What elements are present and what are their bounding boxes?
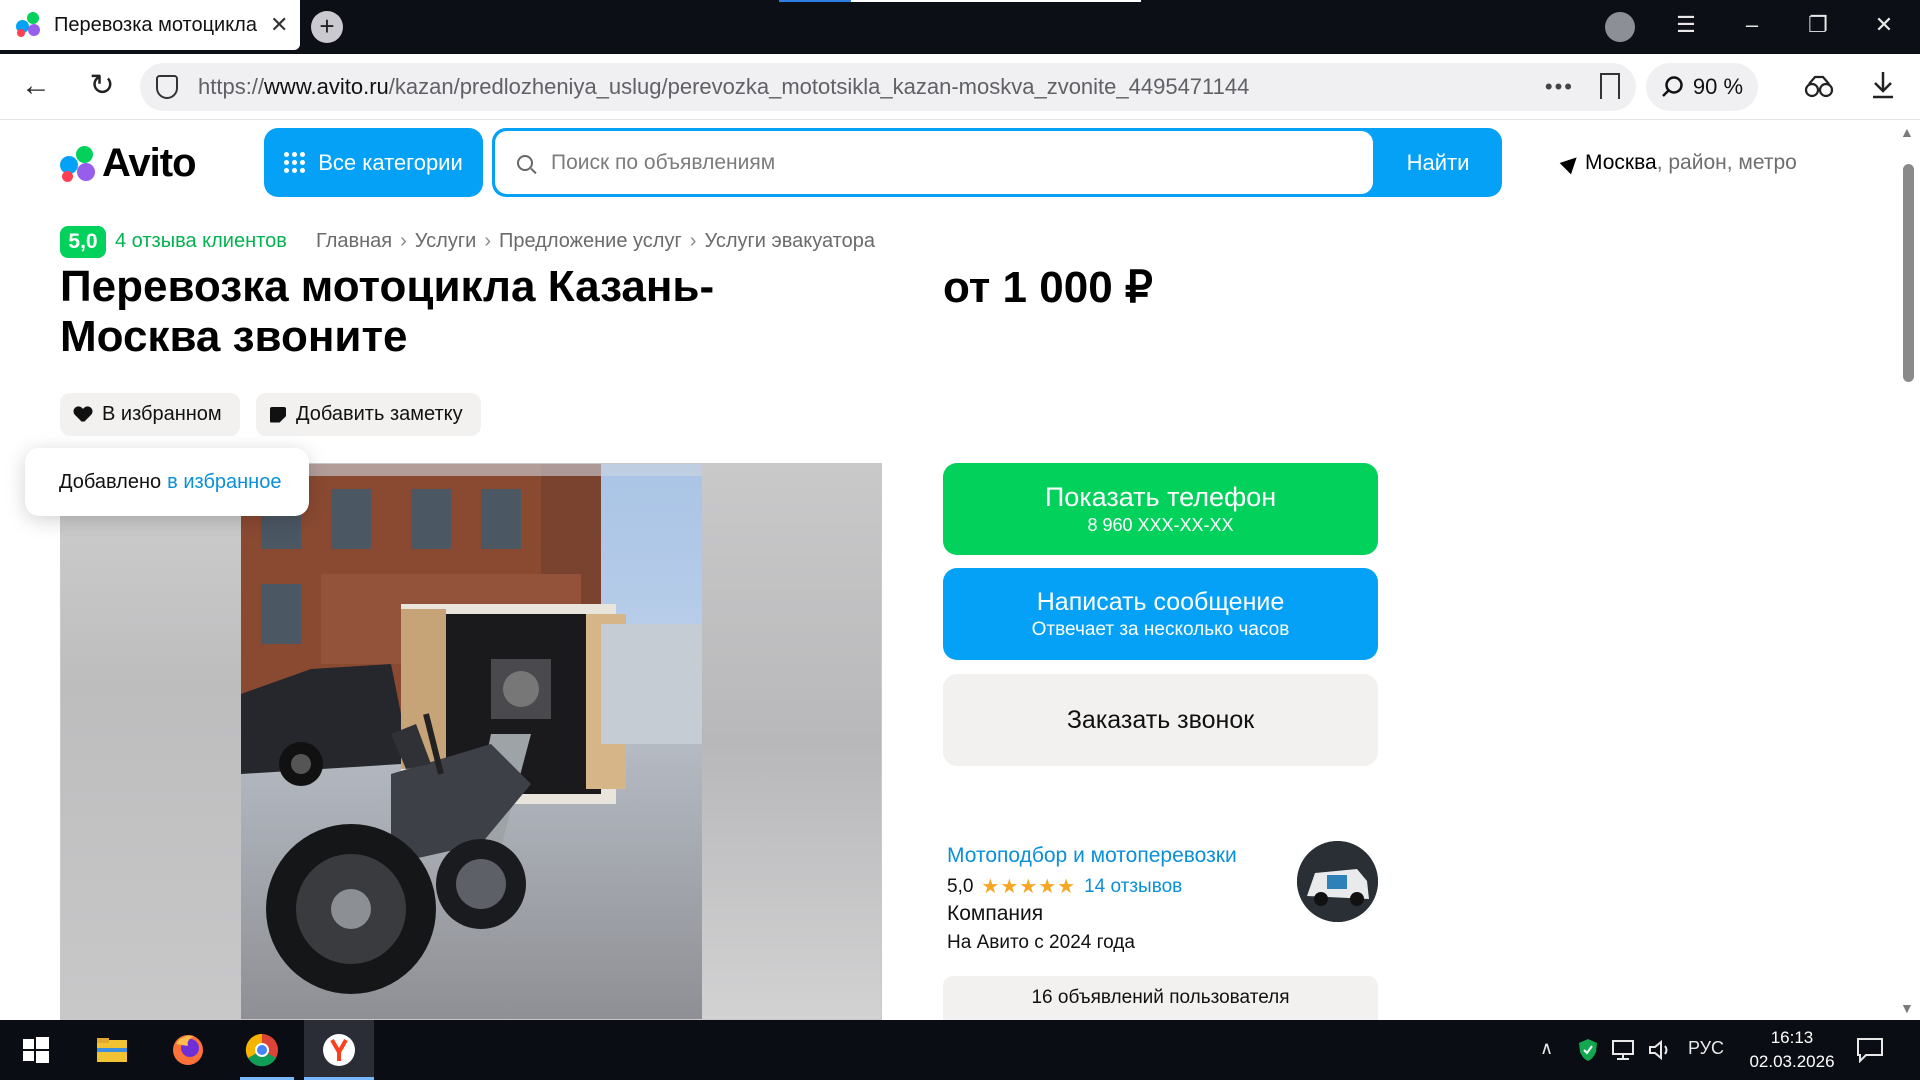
scroll-down-icon[interactable]: ▼ [1900, 1000, 1914, 1016]
location-selector[interactable]: Москва, район, метро [1559, 151, 1797, 175]
browser-tabbar: Перевозка мотоцикла ✕ + ☰ – ❐ ✕ [0, 0, 1920, 54]
breadcrumb-separator: › [484, 230, 491, 252]
breadcrumb-separator: › [689, 230, 697, 252]
seller-since: На Авито с 2024 года [947, 932, 1135, 953]
search-icon [517, 154, 533, 171]
location-arrow-icon [1559, 151, 1583, 175]
rating-badge: 5,0 [60, 226, 106, 258]
notifications-icon[interactable] [1856, 1037, 1884, 1063]
breadcrumb-item[interactable]: Предложение услуг [499, 230, 682, 253]
taskbar-clock[interactable]: 16:13 02.03.2026 [1742, 1026, 1842, 1074]
breadcrumb-separator: › [400, 230, 407, 252]
restore-icon[interactable]: ❐ [1803, 12, 1833, 38]
firefox-icon[interactable] [168, 1030, 208, 1070]
seller-avatar[interactable] [1297, 841, 1378, 922]
heart-icon [74, 407, 92, 423]
motorcycle-van-photo [241, 464, 702, 1019]
add-note-button[interactable]: Добавить заметку [256, 393, 481, 436]
avito-favicon-icon [16, 12, 42, 38]
menu-icon[interactable]: ☰ [1671, 12, 1701, 38]
send-message-button[interactable]: Написать сообщение Отвечает за несколько… [943, 568, 1378, 660]
rating-stars-icon: ★★★★★ [981, 876, 1077, 898]
volume-icon[interactable] [1647, 1039, 1673, 1061]
seller-type: Компания [947, 902, 1044, 925]
all-categories-button[interactable]: Все категории [264, 128, 483, 197]
breadcrumb-item[interactable]: Услуги [415, 230, 477, 253]
browser-tab[interactable]: Перевозка мотоцикла ✕ [0, 0, 300, 50]
favorite-button[interactable]: В избранном [60, 393, 240, 436]
listing-price: от 1 000 ₽ [943, 263, 1153, 312]
scroll-up-icon[interactable]: ▲ [1900, 124, 1914, 140]
show-hidden-icons[interactable]: ∧ [1540, 1038, 1553, 1059]
grid-icon [284, 151, 306, 174]
tab-strip-indicator [779, 0, 1141, 2]
zoom-indicator[interactable]: 90 % [1646, 63, 1758, 111]
search-bar: Поиск по объявлениям Найти [492, 128, 1502, 197]
seller-reviews-link[interactable]: 14 отзывов [1084, 876, 1182, 898]
reload-icon[interactable]: ↻ [82, 66, 122, 106]
tab-close-button[interactable]: ✕ [270, 12, 288, 38]
zoom-search-icon [1662, 76, 1683, 97]
back-icon[interactable]: ← [16, 66, 56, 106]
shield-icon[interactable] [156, 75, 178, 99]
file-explorer-icon[interactable] [92, 1030, 132, 1070]
user-ads-button[interactable]: 16 объявлений пользователя [943, 976, 1378, 1020]
listing-title: Перевозка мотоцикла Казань-Москва звонит… [60, 262, 715, 361]
photo-gallery[interactable] [60, 463, 882, 1020]
gallery-blur-left [61, 464, 241, 1019]
breadcrumb-item[interactable]: Услуги эвакуатора [704, 230, 875, 253]
avito-logo-icon [60, 145, 96, 182]
minimize-icon[interactable]: – [1737, 12, 1767, 38]
more-icon[interactable]: ••• [1545, 74, 1574, 100]
scrollbar-thumb[interactable] [1903, 164, 1914, 382]
seller-avatar-image [1297, 841, 1378, 922]
bookmark-icon[interactable] [1600, 73, 1620, 99]
seller-rating: 5,0 ★★★★★ 14 отзывов [947, 875, 1183, 899]
url-field[interactable]: https://www.avito.ru/kazan/predlozheniya… [140, 63, 1636, 111]
reviews-link[interactable]: 4 отзыва клиентов [115, 230, 287, 253]
url-text: https://www.avito.ru/kazan/predlozheniya… [198, 74, 1250, 99]
seller-name-link[interactable]: Мотоподбор и мотоперевозки [947, 844, 1237, 868]
windows-start-icon[interactable] [16, 1030, 56, 1070]
breadcrumb: Главная › Услуги › Предложение услуг › У… [316, 230, 875, 253]
profile-icon[interactable] [1605, 12, 1635, 42]
search-input[interactable]: Поиск по объявлениям [495, 131, 1373, 194]
language-indicator[interactable]: РУС [1688, 1038, 1724, 1059]
download-icon[interactable] [1870, 70, 1896, 100]
yandex-browser-icon[interactable] [319, 1030, 359, 1070]
note-icon [270, 406, 286, 423]
windows-taskbar: ∧ РУС 16:13 02.03.2026 [0, 1020, 1920, 1080]
address-bar: ← ↻ https://www.avito.ru/kazan/predlozhe… [0, 54, 1920, 120]
defender-shield-icon[interactable] [1578, 1038, 1598, 1062]
gallery-blur-right [702, 464, 881, 1019]
favorite-toast: Добавлено в избранное [25, 448, 309, 516]
listing-photo[interactable] [241, 464, 702, 1019]
tab-title: Перевозка мотоцикла [54, 13, 257, 36]
search-placeholder: Поиск по объявлениям [551, 150, 776, 174]
avito-logo[interactable]: Avito [60, 141, 197, 186]
toast-favorites-link[interactable]: в избранное [167, 471, 281, 494]
new-tab-button[interactable]: + [311, 11, 343, 43]
show-phone-button[interactable]: Показать телефон 8 960 XXX-XX-XX [943, 463, 1378, 555]
search-button[interactable]: Найти [1374, 128, 1502, 197]
collections-icon[interactable] [1803, 72, 1835, 100]
breadcrumb-item[interactable]: Главная [316, 230, 392, 253]
request-call-button[interactable]: Заказать звонок [943, 674, 1378, 766]
chrome-icon[interactable] [242, 1030, 282, 1070]
network-icon[interactable] [1610, 1039, 1636, 1061]
close-window-icon[interactable]: ✕ [1869, 12, 1899, 38]
